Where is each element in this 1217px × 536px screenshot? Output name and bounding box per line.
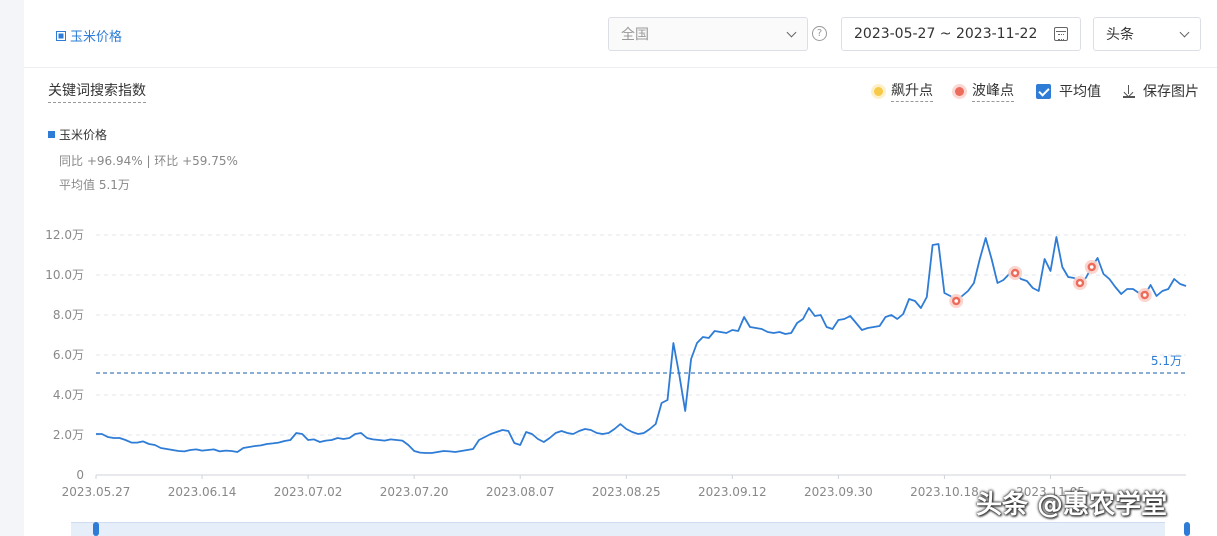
date-range-picker[interactable]: 2023-05-27 ~ 2023-11-22 <box>841 17 1081 51</box>
help-icon[interactable]: ? <box>812 26 827 41</box>
x-tick-label: 2023.07.02 <box>274 485 343 499</box>
legend-series[interactable]: 玉米价格 <box>48 126 238 143</box>
source-select-value: 头条 <box>1106 27 1134 43</box>
y-tick-label: 10.0万 <box>45 268 84 282</box>
line-chart: 0 2.0万 4.0万 6.0万 8.0万 10.0万 12.0万 2023.05.27 202… <box>45 228 1187 499</box>
peak-dot-icon <box>955 86 964 96</box>
average-toggle[interactable]: 平均值 <box>1036 81 1101 101</box>
peak-marker-center <box>1089 265 1094 269</box>
download-icon <box>1123 84 1135 98</box>
filter-bar: 玉米价格 全国 ? 2023-05-27 ~ 2023-11-22 头条 <box>24 0 1217 68</box>
x-tick-label: 2023.09.30 <box>804 485 873 499</box>
chevron-down-icon <box>786 27 797 37</box>
calendar-icon <box>1054 27 1068 41</box>
section-title: 关键词搜索指数 <box>48 80 146 103</box>
peak-marker-center <box>954 299 959 303</box>
surge-dot-icon <box>874 86 883 96</box>
y-tick-label: 2.0万 <box>53 428 84 442</box>
surge-point-toggle[interactable]: 飙升点 <box>874 80 933 102</box>
average-toggle-label: 平均值 <box>1059 84 1101 100</box>
x-tick-label: 2023.06.14 <box>168 485 237 499</box>
x-tick-label: 2023.07.20 <box>380 485 449 499</box>
index-panel: 玉米价格 全国 ? 2023-05-27 ~ 2023-11-22 头条 关键词… <box>24 0 1217 536</box>
y-tick-label: 8.0万 <box>53 308 84 322</box>
left-sidebar-gutter <box>0 0 24 536</box>
chart-legend: 玉米价格 同比 +96.94% | 环比 +59.75% 平均值 5.1万 <box>48 126 238 193</box>
x-tick-label: 2023.09.12 <box>698 485 767 499</box>
peak-marker-center <box>1078 281 1082 285</box>
watermark-text: 头条 @惠农学堂 <box>976 490 1168 520</box>
chart-tools: 飙升点 波峰点 平均值 保存图片 <box>874 80 1199 102</box>
comparison-text: 同比 +96.94% | 环比 +59.75% <box>59 154 238 168</box>
y-tick-label: 4.0万 <box>53 388 84 402</box>
region-select[interactable]: 全国 <box>608 17 808 51</box>
chevron-down-icon <box>1179 27 1190 37</box>
y-tick-label: 6.0万 <box>53 348 84 362</box>
save-image-label: 保存图片 <box>1143 84 1199 100</box>
peak-point-label: 波峰点 <box>972 80 1014 102</box>
x-tick-label: 2023.10.18 <box>910 485 979 499</box>
average-line-label: 5.1万 <box>1151 354 1182 368</box>
keyword-tag[interactable]: 玉米价格 <box>56 26 122 45</box>
range-slider-track[interactable] <box>71 522 1165 536</box>
save-image-button[interactable]: 保存图片 <box>1123 81 1199 101</box>
range-slider-end-handle[interactable] <box>1184 522 1190 536</box>
y-tick-label: 12.0万 <box>45 228 84 242</box>
x-tick-label: 2023.08.25 <box>592 485 661 499</box>
average-text: 平均值 5.1万 <box>59 178 130 192</box>
series-color-swatch <box>48 131 55 138</box>
source-select[interactable]: 头条 <box>1093 17 1201 51</box>
x-tick-label: 2023.05.27 <box>62 485 131 499</box>
region-select-value: 全国 <box>621 27 649 43</box>
y-tick-label: 0 <box>76 468 84 482</box>
x-tick-label: 2023.08.07 <box>486 485 555 499</box>
peak-marker-center <box>1013 271 1017 275</box>
peak-marker-center <box>1142 293 1147 297</box>
keyword-color-icon <box>56 30 66 41</box>
date-range-value: 2023-05-27 ~ 2023-11-22 <box>854 26 1038 42</box>
legend-series-name: 玉米价格 <box>59 128 108 142</box>
keyword-tag-label: 玉米价格 <box>70 30 123 45</box>
surge-point-label: 飙升点 <box>891 80 933 102</box>
peak-point-toggle[interactable]: 波峰点 <box>955 80 1014 102</box>
series-line <box>96 236 1187 454</box>
checkbox-checked-icon[interactable] <box>1036 83 1051 99</box>
range-slider-start-handle[interactable] <box>93 522 99 536</box>
